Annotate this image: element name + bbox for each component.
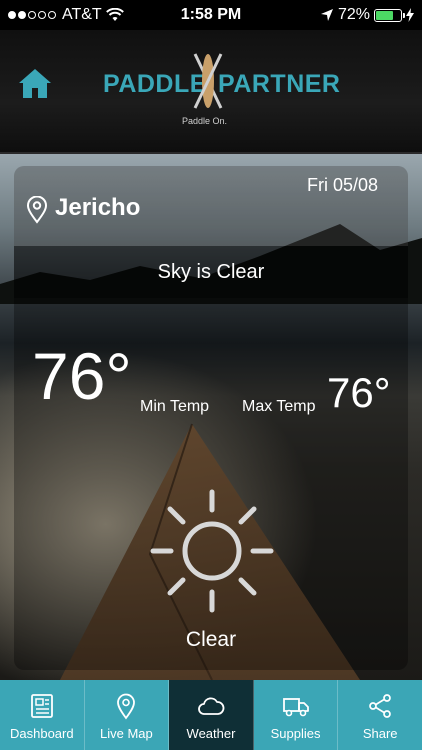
tab-label: Dashboard [9,726,74,741]
status-bar: AT&T 1:58 PM 72% [0,0,422,30]
tab-supplies[interactable]: Supplies [254,680,339,750]
battery-info: 72% [320,6,414,24]
tab-label: Live Map [100,726,153,741]
brand-word-right: PARTNER [218,70,341,98]
brand-tagline: Paddle On. [182,116,228,126]
city-name: Jericho [55,194,141,221]
charging-icon [406,8,414,22]
max-temp-label: Max Temp [242,398,316,415]
truck-icon [282,698,309,717]
home-icon[interactable] [18,67,52,99]
min-temp-label: Min Temp [140,398,210,415]
battery-percent: 72% [337,6,370,23]
sky-description: Sky is Clear [14,246,408,298]
app-header: PADDLE PARTNER Paddle On. [0,30,422,154]
tab-label: Weather [186,726,236,741]
current-temperature: 76° [32,339,132,413]
newspaper-icon [30,694,53,718]
weather-hero: Jericho Fri 05/08 Sky is Clear 76° Min T… [0,154,422,680]
tab-bar: Dashboard Live Map Weather Supplies Shar… [0,680,422,750]
tab-dashboard[interactable]: Dashboard [0,680,85,750]
battery-icon [374,8,405,22]
map-pin-icon [117,693,136,720]
tab-live-map[interactable]: Live Map [85,680,170,750]
brand-logo: PADDLE PARTNER Paddle On. [100,52,340,132]
sun-icon [150,489,274,613]
weather-card: Jericho Fri 05/08 Sky is Clear 76° Min T… [14,166,408,670]
tab-label: Supplies [270,726,321,741]
share-icon [369,694,392,718]
tab-share[interactable]: Share [338,680,422,750]
cloud-icon [198,697,225,715]
tab-weather[interactable]: Weather [169,680,254,750]
forecast-date: Fri 05/08 [306,175,378,195]
tab-label: Share [362,726,398,741]
location-pin-icon [26,196,48,224]
location-arrow-icon [320,9,333,21]
max-temperature: 76° [327,369,391,416]
weather-condition: Clear [185,628,237,651]
